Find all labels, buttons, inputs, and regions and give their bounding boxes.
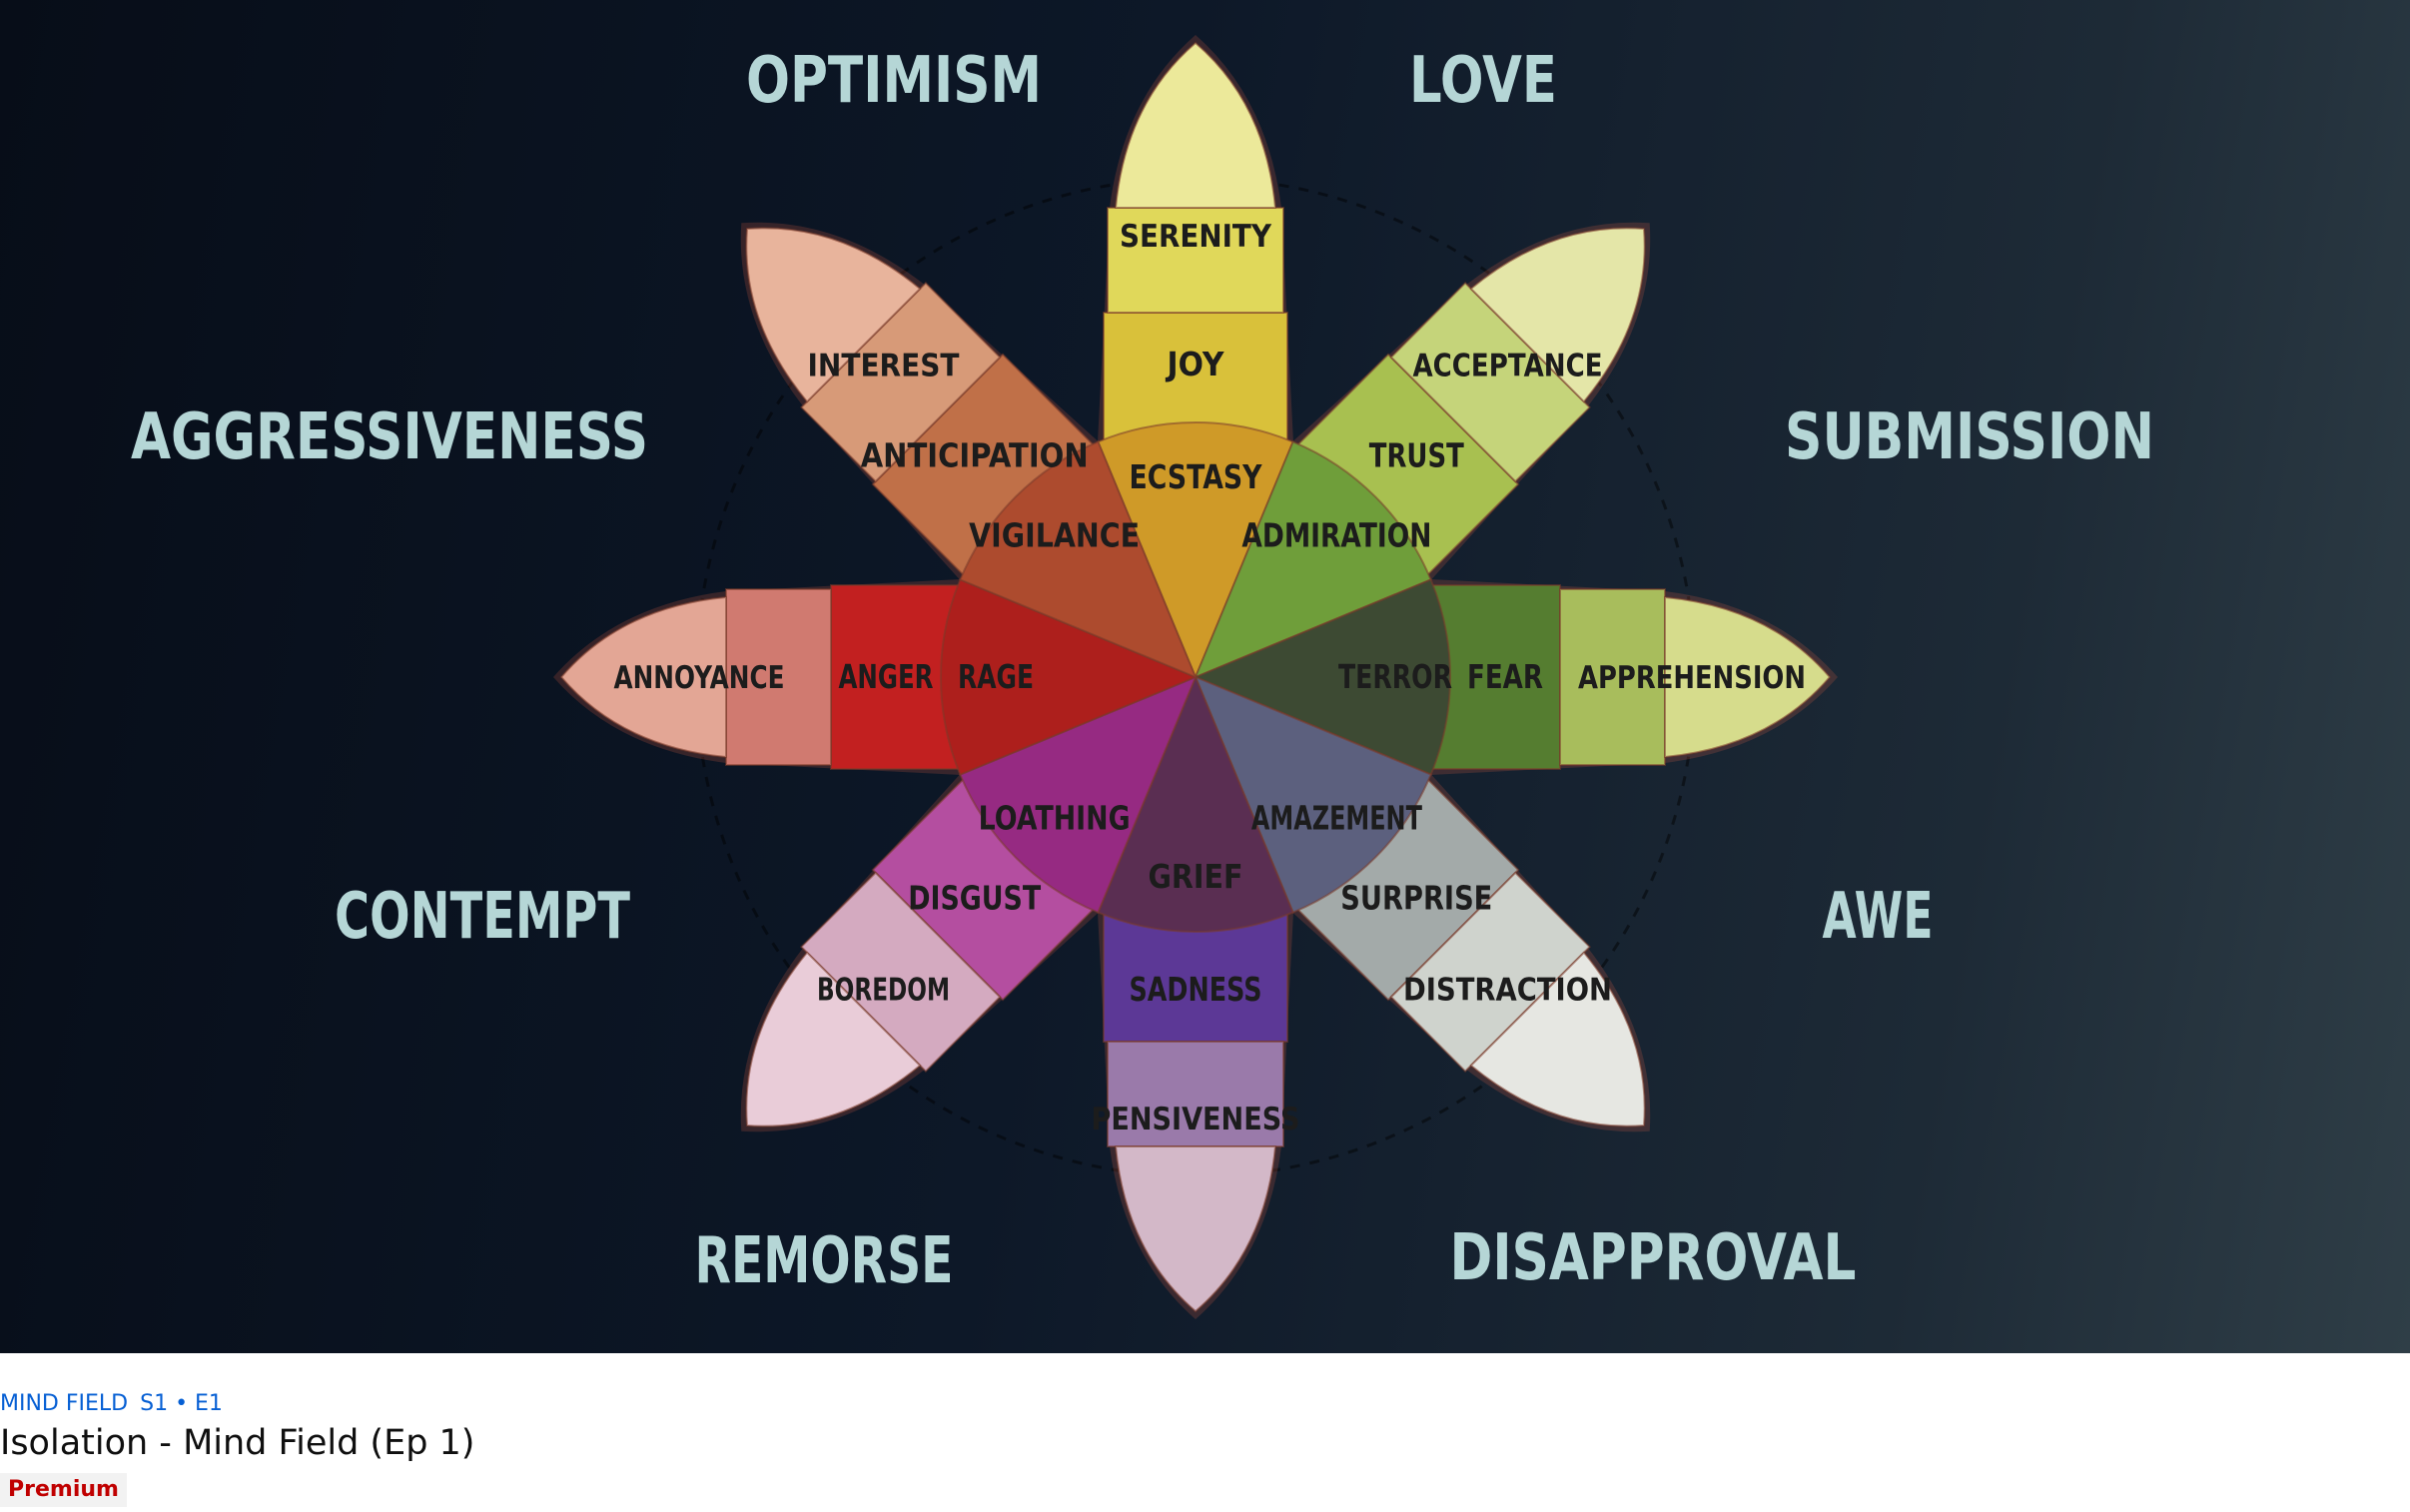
dyad-remorse: REMORSE	[695, 1224, 954, 1298]
label-anticipation: ANTICIPATION	[861, 436, 1089, 475]
band-tip	[1114, 1145, 1277, 1313]
episode-label: S1 • E1	[140, 1391, 223, 1416]
label-anger: ANGER	[839, 657, 934, 696]
dyad-awe: AWE	[1823, 880, 1934, 954]
label-interest: INTEREST	[808, 349, 960, 384]
label-amazement: AMAZEMENT	[1251, 798, 1422, 837]
plutchik-wheel: ECSTASY JOY SERENITY ADMIRATION TRUST ACCEPTA…	[131, 35, 2154, 1319]
label-distraction: DISTRACTION	[1403, 973, 1612, 1009]
label-annoyance: ANNOYANCE	[614, 660, 785, 696]
label-loathing: LOATHING	[979, 798, 1131, 837]
dyad-disapproval: DISAPPROVAL	[1450, 1221, 1857, 1295]
label-pensiveness: PENSIVENESS	[1092, 1102, 1300, 1137]
label-admiration: ADMIRATION	[1241, 516, 1431, 555]
dyad-love: LOVE	[1409, 44, 1557, 118]
dyad-contempt: CONTEMPT	[335, 880, 630, 954]
dyad-submission: SUBMISSION	[1785, 400, 2154, 474]
label-trust: TRUST	[1369, 436, 1464, 475]
label-grief: GRIEF	[1149, 857, 1243, 896]
label-vigilance: VIGILANCE	[969, 516, 1140, 555]
label-joy: JOY	[1166, 345, 1225, 383]
label-serenity: SERENITY	[1120, 219, 1271, 255]
label-surprise: SURPRISE	[1340, 878, 1492, 917]
series-link[interactable]: MIND FIELD	[0, 1391, 128, 1416]
label-terror: TERROR	[1338, 657, 1452, 696]
video-player[interactable]: ECSTASY JOY SERENITY ADMIRATION TRUST ACCEPTA…	[0, 0, 2410, 1353]
label-rage: RAGE	[958, 657, 1034, 696]
label-ecstasy: ECSTASY	[1130, 457, 1263, 496]
label-fear: FEAR	[1467, 657, 1543, 696]
dyad-aggressiveness: AGGRESSIVENESS	[131, 400, 648, 474]
series-episode-line: MIND FIELD S1 • E1	[0, 1391, 235, 1416]
video-metadata: MIND FIELD S1 • E1 Isolation - Mind Field…	[0, 1353, 2410, 1512]
label-apprehension: APPREHENSION	[1578, 660, 1806, 696]
label-sadness: SADNESS	[1130, 970, 1262, 1009]
premium-badge: Premium	[0, 1473, 127, 1507]
video-title[interactable]: Isolation - Mind Field (Ep 1)	[0, 1423, 474, 1463]
dyad-optimism: OPTIMISM	[746, 44, 1042, 118]
label-boredom: BOREDOM	[817, 973, 950, 1009]
label-acceptance: ACCEPTANCE	[1413, 349, 1603, 384]
band-tip	[1114, 41, 1277, 209]
label-disgust: DISGUST	[908, 878, 1041, 917]
